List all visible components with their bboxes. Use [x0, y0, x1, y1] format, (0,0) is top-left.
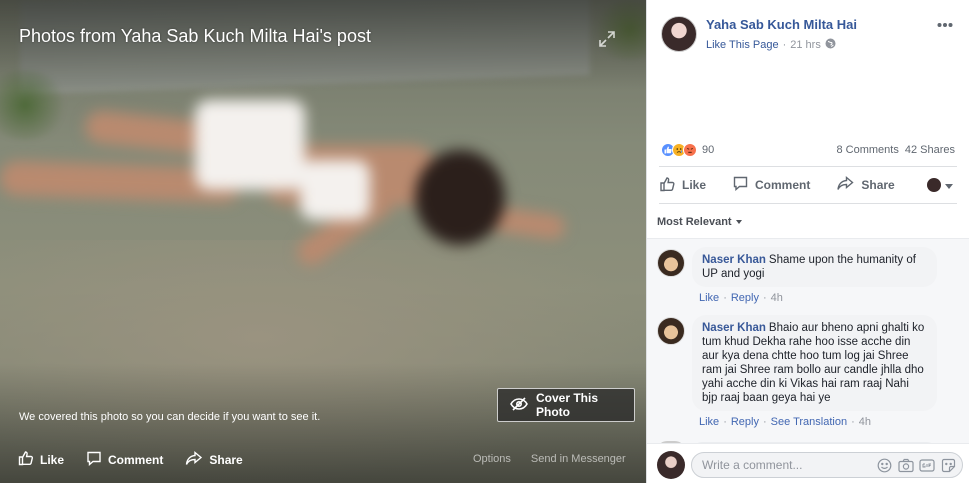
engagement-counts: 8 Comments 42 Shares	[830, 144, 955, 156]
post-timestamp[interactable]: 21 hrs	[790, 39, 821, 51]
comment-actions: Like · Reply · See Translation · 4h	[699, 416, 872, 428]
comment-label: Comment	[755, 178, 811, 192]
comment-button[interactable]: Comment	[732, 176, 810, 194]
comment-reply-link[interactable]: Reply	[731, 292, 759, 304]
comment-sort-dropdown[interactable]: Most Relevant	[657, 216, 742, 228]
comment-time[interactable]: 4h	[771, 292, 783, 304]
cover-notice-text: We covered this photo so you can decide …	[19, 411, 321, 423]
blurred-sensitive-content	[0, 95, 570, 285]
comment-text: Bhaio aur bheno apni ghalti ko tum khud …	[702, 322, 925, 404]
user-avatar-mini	[927, 178, 941, 192]
comment-bubble: Naser Khan Bhaio aur bheno apni ghalti ko…	[692, 315, 937, 411]
page-name-link[interactable]: Yaha Sab Kuch Milta Hai	[706, 17, 857, 32]
commenter-avatar[interactable]	[657, 249, 685, 277]
share-label: Share	[861, 178, 895, 192]
comment-like-link[interactable]: Like	[699, 292, 719, 304]
see-translation-link[interactable]: See Translation	[771, 416, 847, 428]
angry-reaction-icon	[683, 143, 697, 157]
like-button[interactable]: Like	[659, 176, 706, 195]
comment-bubble-icon	[732, 176, 755, 194]
page-avatar[interactable]	[661, 16, 697, 52]
comment-input[interactable]	[702, 453, 862, 477]
meta-separator: ·	[782, 39, 787, 51]
globe-icon	[825, 38, 836, 52]
share-arrow-icon	[836, 176, 861, 194]
send-in-messenger-link[interactable]: Send in Messenger	[531, 453, 626, 465]
comment-bubble: Naser Khan Shame upon the humanity of UP …	[692, 247, 937, 287]
comment-like-link[interactable]: Like	[699, 416, 719, 428]
comment-composer	[647, 443, 969, 483]
share-arrow-icon	[185, 450, 209, 469]
comments-list: Naser Khan Shame upon the humanity of UP …	[647, 238, 969, 443]
like-page-link[interactable]: Like This Page	[706, 39, 779, 51]
post-sidebar: Yaha Sab Kuch Milta Hai Like This Page ·…	[646, 0, 969, 483]
comment-bubble-icon	[86, 451, 108, 469]
comment-input-box[interactable]	[691, 452, 963, 478]
photo-share-button[interactable]: Share	[185, 450, 243, 469]
photo-share-label: Share	[209, 452, 243, 467]
reaction-count: 90	[702, 144, 715, 156]
chevron-down-icon	[945, 178, 953, 192]
emoji-icon[interactable]	[877, 458, 892, 473]
commenter-name[interactable]: Naser Khan	[702, 322, 766, 334]
photo-secondary-actions: Options Send in Messenger	[473, 453, 646, 465]
commenter-name[interactable]: Naser Khan	[702, 254, 766, 266]
gif-icon[interactable]	[919, 458, 935, 473]
like-label: Like	[682, 178, 707, 192]
eye-slash-icon	[510, 396, 536, 414]
post-meta: Like This Page · 21 hrs	[706, 38, 836, 52]
options-link[interactable]: Options	[473, 453, 511, 465]
reaction-summary[interactable]: 90	[661, 143, 714, 157]
photo-viewer[interactable]: Photos from Yaha Sab Kuch Milta Hai's po…	[0, 0, 646, 483]
expand-fullscreen-icon[interactable]	[598, 30, 616, 48]
photo-like-button[interactable]: Like	[18, 450, 64, 469]
share-as-selector[interactable]	[927, 178, 953, 192]
more-options-icon[interactable]	[937, 17, 953, 31]
photo-action-bar: Like Comment Share	[18, 450, 265, 469]
comment-reply-link[interactable]: Reply	[731, 416, 759, 428]
cover-photo-button[interactable]: Cover This Photo	[497, 388, 635, 422]
share-button[interactable]: Share	[836, 176, 895, 194]
sticker-icon[interactable]	[941, 458, 956, 473]
thumbs-up-icon	[18, 450, 40, 469]
photo-title: Photos from Yaha Sab Kuch Milta Hai's po…	[19, 26, 371, 46]
commenter-avatar[interactable]	[657, 317, 685, 345]
shares-count-link[interactable]: 42 Shares	[905, 144, 955, 156]
post-action-bar: Like Comment Share	[659, 166, 957, 204]
comments-count-link[interactable]: 8 Comments	[836, 144, 898, 156]
comment-time[interactable]: 4h	[859, 416, 871, 428]
camera-icon[interactable]	[898, 458, 914, 473]
thumbs-up-icon	[659, 176, 682, 195]
comment-actions: Like · Reply · 4h	[699, 292, 783, 304]
photo-comment-label: Comment	[108, 452, 164, 467]
cover-button-label: Cover This Photo	[536, 391, 599, 419]
photo-like-label: Like	[40, 452, 65, 467]
current-user-avatar	[657, 451, 685, 479]
photo-comment-button[interactable]: Comment	[86, 451, 163, 469]
